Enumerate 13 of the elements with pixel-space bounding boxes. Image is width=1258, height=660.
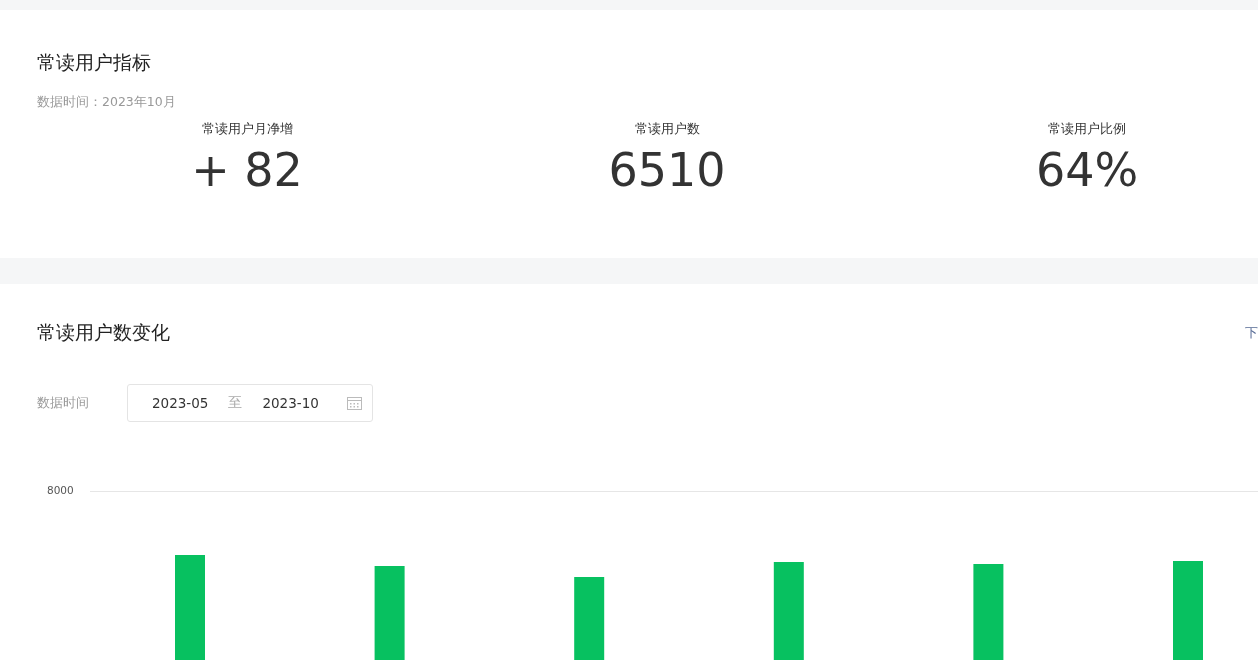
metric-label: 常读用户数 [634, 121, 700, 138]
date-label: 数据时间 [37, 394, 89, 412]
data-time: 数据时间：2023年10月 [37, 94, 176, 111]
metric-label: 常读用户月净增 [201, 121, 293, 138]
metric-label: 常读用户比例 [1048, 121, 1126, 138]
date-range-picker[interactable]: 2023-05 至 2023-10 [127, 384, 373, 422]
section-title: 常读用户数变化 [37, 320, 170, 344]
metric-value: 6510 [608, 142, 726, 198]
metric-value: 64% [1035, 142, 1139, 198]
section-title: 常读用户指标 [37, 50, 151, 74]
metric-value: + 82 [191, 142, 303, 198]
axis-tick-label: 8000 [47, 484, 74, 496]
download-link[interactable]: 下 [1245, 324, 1258, 344]
